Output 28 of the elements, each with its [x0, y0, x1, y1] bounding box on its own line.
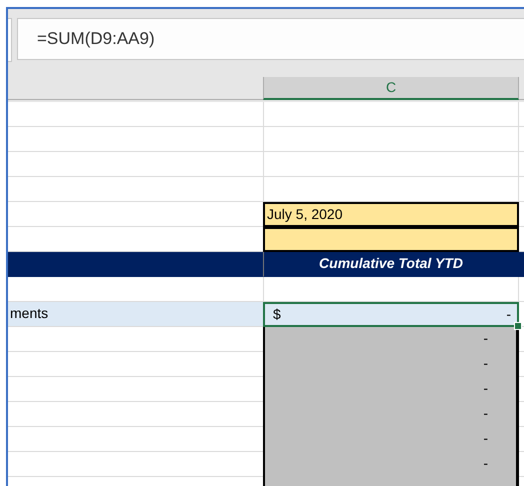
banner-cell	[519, 252, 524, 277]
date-text: July 5, 2020	[267, 206, 342, 222]
name-box[interactable]	[8, 18, 12, 62]
cell-value: -	[483, 380, 488, 396]
shaded-cell[interactable]: -	[263, 352, 519, 377]
shaded-cell[interactable]: -	[263, 427, 519, 452]
date-cell[interactable]	[263, 227, 519, 252]
selected-cell[interactable]: $ -	[263, 302, 519, 327]
shaded-cell[interactable]: -	[263, 327, 519, 352]
banner-cell: Cumulative Total YTD	[263, 252, 519, 277]
fill-handle[interactable]	[514, 322, 522, 330]
shaded-cell[interactable]: -	[263, 402, 519, 427]
cell-value: -	[483, 330, 488, 346]
column-header[interactable]: C	[263, 77, 519, 100]
cell-value: -	[483, 355, 488, 371]
row-label-cell[interactable]: ments	[8, 302, 263, 327]
grid-cell[interactable]	[263, 152, 519, 177]
cell-value: -	[483, 405, 488, 421]
cell-value: -	[483, 455, 488, 471]
grid-cell[interactable]	[263, 102, 519, 127]
formula-field[interactable]: =SUM(D9:AA9)	[17, 18, 524, 60]
shaded-cell[interactable]: -	[263, 377, 519, 402]
grid-cell[interactable]	[263, 127, 519, 152]
currency-sign: $	[273, 305, 281, 324]
shaded-cell[interactable]: -	[263, 452, 519, 477]
cell-value: -	[483, 430, 488, 446]
date-cell[interactable]: July 5, 2020	[263, 202, 519, 227]
cell-value: -	[506, 305, 511, 324]
